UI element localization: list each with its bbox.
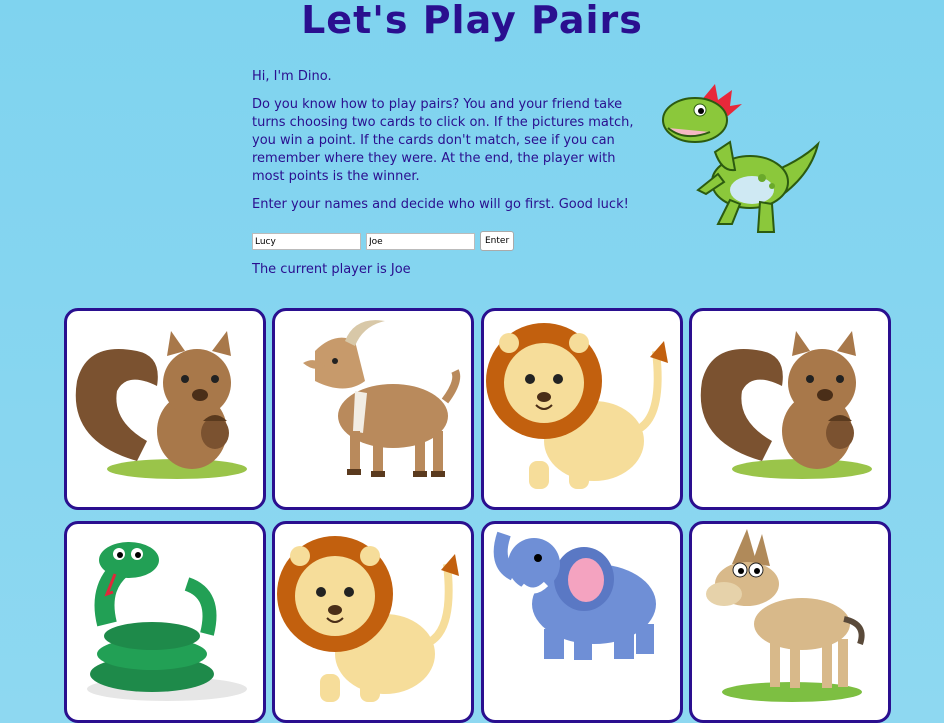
goat-icon — [303, 320, 461, 477]
lion-icon — [277, 536, 459, 702]
card-lion[interactable] — [481, 308, 683, 510]
card-elephant[interactable] — [481, 521, 683, 723]
player2-name-input[interactable] — [366, 233, 475, 250]
page-title: Let's Play Pairs — [301, 0, 643, 42]
card-goat[interactable] — [272, 308, 474, 510]
card-snake[interactable] — [64, 521, 266, 723]
donkey-icon — [706, 529, 865, 702]
enter-button[interactable]: Enter — [480, 231, 515, 251]
instruction-text: Enter your names and decide who will go … — [252, 197, 629, 212]
elephant-icon — [493, 531, 656, 660]
dino-mascot-image — [662, 84, 820, 233]
rules-text: Do you know how to play pairs? You and y… — [252, 97, 634, 184]
player-name-form: Enter — [252, 231, 515, 251]
card-donkey[interactable] — [689, 521, 891, 723]
greeting: Hi, I'm Dino. — [252, 69, 332, 84]
card-squirrel[interactable] — [689, 308, 891, 510]
intro-text: Hi, I'm Dino. Do you know how to play pa… — [252, 68, 642, 224]
card-squirrel[interactable] — [64, 308, 266, 510]
snake-icon — [87, 542, 247, 701]
current-player-status: The current player is Joe — [252, 262, 411, 277]
card-lion[interactable] — [272, 521, 474, 723]
lion-icon — [486, 323, 668, 489]
squirrel-icon — [75, 331, 247, 479]
squirrel-icon — [700, 331, 872, 479]
player1-name-input[interactable] — [252, 233, 361, 250]
